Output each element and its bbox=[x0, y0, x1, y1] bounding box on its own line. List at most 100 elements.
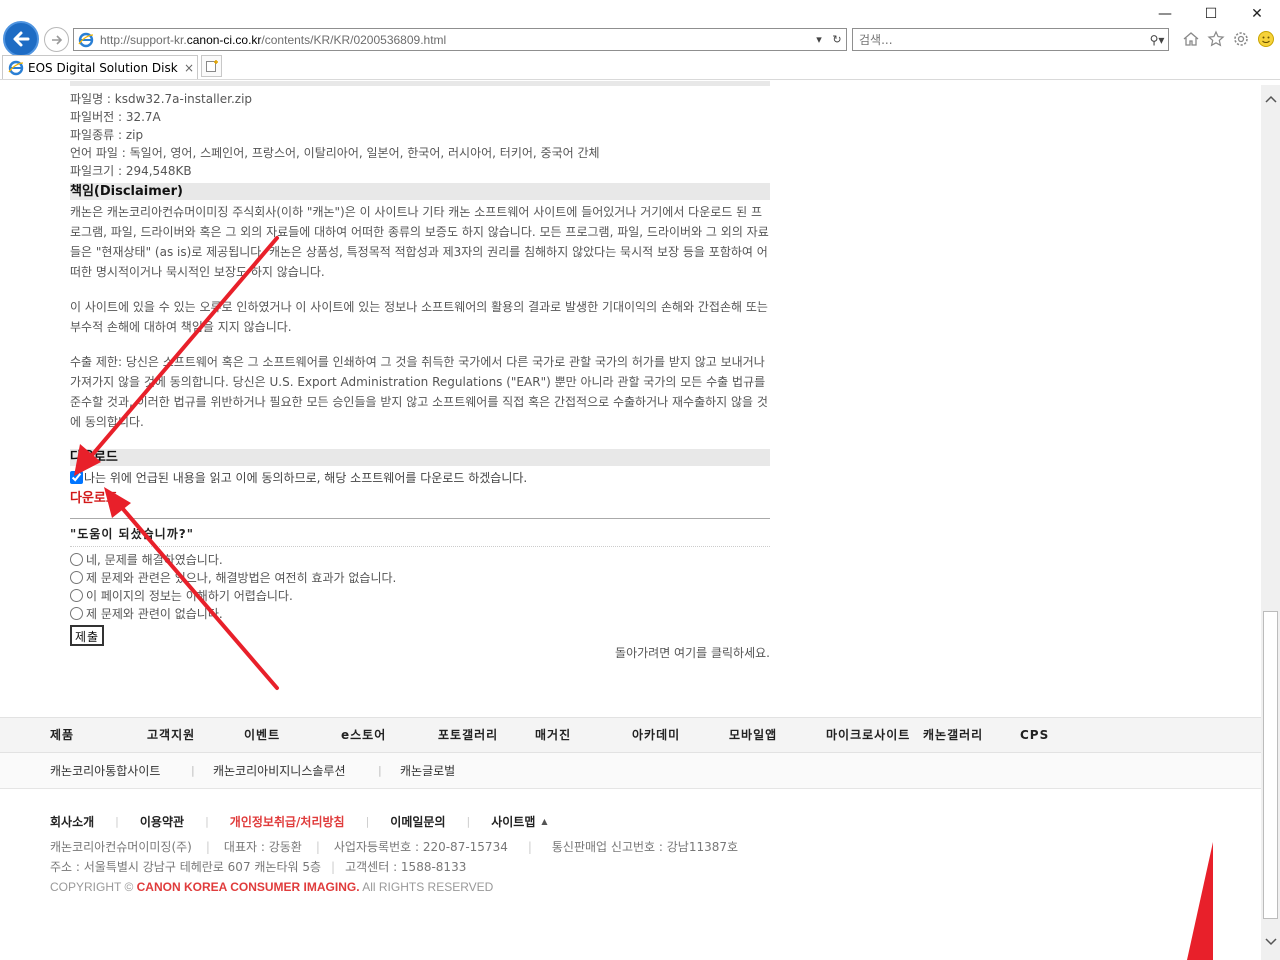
footer-separator: | bbox=[115, 814, 119, 828]
close-window-button[interactable]: ✕ bbox=[1234, 0, 1280, 28]
gnb-item-products[interactable]: 제품 bbox=[50, 718, 74, 752]
corp-info-line-1: 캐논코리아컨슈머이미징(주) | 대표자 : 강동환 | 사업자등록번호 : 220-8… bbox=[50, 838, 738, 855]
corp-address: 주소 : 서울특별시 강남구 테헤란로 607 캐논타워 5층 bbox=[50, 860, 322, 874]
gnb-item-events[interactable]: 이벤트 bbox=[244, 718, 280, 752]
sub-separator: | bbox=[378, 764, 382, 777]
survey-option-4[interactable]: 제 문제와 관련이 없습니다. bbox=[70, 604, 770, 622]
survey-radio-3[interactable] bbox=[70, 588, 83, 602]
favorites-star-icon[interactable] bbox=[1205, 28, 1226, 49]
footer-separator: | bbox=[205, 814, 209, 828]
link-canon-business[interactable]: 캐논코리아비지니스솔루션 bbox=[213, 753, 345, 789]
tab-title: EOS Digital Solution Disk ... bbox=[28, 60, 181, 75]
corp-name: 캐논코리아컨슈머이미징(주) bbox=[50, 840, 192, 854]
footer-link-email[interactable]: 이메일문의 bbox=[390, 813, 445, 830]
survey-radio-2[interactable] bbox=[70, 570, 83, 584]
corp-info-line-2: 주소 : 서울특별시 강남구 테헤란로 607 캐논타워 5층 | 고객센터 : 1… bbox=[50, 858, 466, 875]
search-box[interactable]: ⚲▾ bbox=[852, 28, 1169, 51]
gear-icon[interactable] bbox=[1230, 28, 1251, 49]
minimize-button[interactable]: — bbox=[1142, 0, 1188, 28]
back-button[interactable] bbox=[3, 21, 39, 57]
link-canon-global[interactable]: 캐논글로벌 bbox=[400, 753, 455, 789]
footer-link-privacy[interactable]: 개인정보취급/처리방침 bbox=[230, 813, 345, 830]
survey-option-3[interactable]: 이 페이지의 정보는 이해하기 어렵습니다. bbox=[70, 586, 770, 604]
gnb-item-academy[interactable]: 아카데미 bbox=[632, 718, 680, 752]
new-tab-button[interactable] bbox=[201, 55, 222, 77]
survey-option-2[interactable]: 제 문제와 관련은 있으나, 해결방법은 여전히 효과가 없습니다. bbox=[70, 568, 770, 586]
toolbar-icons bbox=[1180, 28, 1276, 49]
tab-close-icon[interactable]: × bbox=[181, 61, 197, 75]
disclaimer-paragraph-2: 이 사이트에 있을 수 있는 오류로 인하였거나 이 사이트에 있는 정보나 소… bbox=[70, 300, 768, 334]
corp-mailorder: 통신판매업 신고번호 : 강남11387호 bbox=[551, 840, 739, 854]
survey-option-label: 제 문제와 관련이 없습니다. bbox=[86, 606, 223, 621]
browser-chrome: — ☐ ✕ http://support-kr.canon-ci.co.kr/c… bbox=[0, 0, 1280, 80]
corp-ceo: 대표자 : 강동환 bbox=[223, 840, 302, 854]
footer-link-terms[interactable]: 이용약관 bbox=[140, 813, 184, 830]
footer-separator: | bbox=[466, 814, 471, 828]
survey-radio-4[interactable] bbox=[70, 606, 83, 620]
footer-link-sitemap[interactable]: 사이트맵 bbox=[491, 813, 535, 830]
back-link[interactable]: 돌아가려면 여기를 클릭하세요. bbox=[615, 644, 770, 661]
footer-separator: | bbox=[365, 814, 370, 828]
new-tab-icon bbox=[205, 60, 218, 72]
survey-submit-button[interactable]: 제출 bbox=[70, 625, 105, 646]
link-canon-korea[interactable]: 캐논코리아통합사이트 bbox=[50, 753, 160, 789]
forward-button[interactable] bbox=[44, 27, 69, 52]
address-url: http://support-kr.canon-ci.co.kr/content… bbox=[100, 32, 447, 47]
scroll-down-icon[interactable] bbox=[1261, 932, 1280, 952]
gnb-item-microsite[interactable]: 마이크로사이트 bbox=[826, 718, 910, 752]
footer-link-company[interactable]: 회사소개 bbox=[50, 813, 94, 830]
vertical-scrollbar[interactable] bbox=[1261, 85, 1280, 960]
maximize-button[interactable]: ☐ bbox=[1188, 0, 1234, 28]
arrow-right-icon bbox=[51, 34, 62, 45]
caret-up-icon[interactable]: ▲ bbox=[541, 817, 547, 826]
browser-tab[interactable]: EOS Digital Solution Disk ... × bbox=[2, 55, 198, 79]
gnb-item-cps[interactable]: CPS bbox=[1020, 718, 1049, 752]
search-input[interactable] bbox=[859, 32, 1146, 47]
gnb-item-photogallery[interactable]: 포토갤러리 bbox=[438, 718, 498, 752]
family-site-links: 캐논코리아통합사이트 | 캐논코리아비지니스솔루션 | 캐논글로벌 bbox=[0, 753, 1261, 789]
scroll-up-icon[interactable] bbox=[1261, 89, 1280, 109]
agree-row[interactable]: 나는 위에 언급된 내용을 읽고 이에 동의하므로, 해당 소프트웨어를 다운로… bbox=[70, 468, 770, 486]
search-icon[interactable]: ⚲▾ bbox=[1146, 33, 1168, 47]
corp-separator: | bbox=[527, 840, 532, 854]
sub-separator: | bbox=[191, 764, 195, 777]
survey-option-label: 이 페이지의 정보는 이해하기 어렵습니다. bbox=[86, 588, 293, 603]
footer-links: 회사소개 | 이용약관 | 개인정보취급/처리방침 | 이메일문의 | 사이트맵… bbox=[50, 812, 548, 830]
gnb-item-estore[interactable]: e스토어 bbox=[341, 718, 386, 752]
global-nav: 제품 고객지원 이벤트 e스토어 포토갤러리 매거진 아카데미 모바일앱 마이크… bbox=[0, 717, 1261, 753]
ie-page-icon bbox=[78, 32, 94, 47]
survey-option-label: 제 문제와 관련은 있으나, 해결방법은 여전히 효과가 없습니다. bbox=[86, 570, 397, 585]
agree-checkbox[interactable] bbox=[70, 470, 83, 484]
survey-radio-1[interactable] bbox=[70, 552, 83, 566]
file-name: 파일명 : ksdw32.7a-installer.zip bbox=[70, 92, 253, 106]
chevron-down-icon[interactable]: ▾ bbox=[810, 33, 828, 46]
copyright-suffix: All RIGHTS RESERVED bbox=[359, 880, 494, 894]
gnb-item-magazine[interactable]: 매거진 bbox=[535, 718, 571, 752]
gnb-item-canongallery[interactable]: 캐논갤러리 bbox=[923, 718, 983, 752]
gnb-item-mobileapp[interactable]: 모바일앱 bbox=[729, 718, 777, 752]
home-icon[interactable] bbox=[1180, 28, 1201, 49]
copyright: COPYRIGHT © CANON KOREA CONSUMER IMAGING… bbox=[50, 880, 493, 894]
survey-option-1[interactable]: 네, 문제를 해결하였습니다. bbox=[70, 550, 770, 568]
corp-bizno: 사업자등록번호 : 220-87-15734 bbox=[333, 840, 508, 854]
survey-question: "도움이 되셨습니까?" bbox=[70, 527, 194, 541]
file-languages: 언어 파일 : 독일어, 영어, 스페인어, 프랑스어, 이탈리아어, 일본어,… bbox=[70, 146, 600, 160]
page-content: 파일명 : ksdw32.7a-installer.zip 파일버전 : 32.… bbox=[0, 81, 1261, 960]
disclaimer-heading: 책임(Disclaimer) bbox=[70, 183, 770, 200]
survey-option-label: 네, 문제를 해결하였습니다. bbox=[86, 552, 223, 567]
download-main: 파일명 : ksdw32.7a-installer.zip 파일버전 : 32.… bbox=[70, 81, 770, 666]
corp-separator: | bbox=[315, 840, 320, 854]
ie-tab-icon bbox=[8, 60, 24, 75]
scrollbar-thumb[interactable] bbox=[1263, 611, 1278, 919]
disclaimer-paragraph-3: 수출 제한: 당신은 소프트웨어 혹은 그 소프트웨어를 인쇄하여 그 것을 취… bbox=[70, 355, 768, 429]
address-bar[interactable]: http://support-kr.canon-ci.co.kr/content… bbox=[73, 28, 847, 51]
file-size: 파일크기 : 294,548KB bbox=[70, 164, 192, 178]
file-version: 파일버전 : 32.7A bbox=[70, 110, 161, 124]
disclaimer-paragraph-1: 캐논은 캐논코리아컨슈머이미징 주식회사(이하 "캐논")은 이 사이트나 기타… bbox=[70, 205, 769, 279]
download-link[interactable]: 다운로드 bbox=[70, 490, 118, 508]
corp-separator: | bbox=[205, 840, 210, 854]
smiley-feedback-icon[interactable] bbox=[1255, 28, 1276, 49]
copyright-prefix: COPYRIGHT © bbox=[50, 880, 137, 894]
gnb-item-support[interactable]: 고객지원 bbox=[147, 718, 195, 752]
refresh-icon[interactable]: ↻ bbox=[828, 33, 846, 46]
